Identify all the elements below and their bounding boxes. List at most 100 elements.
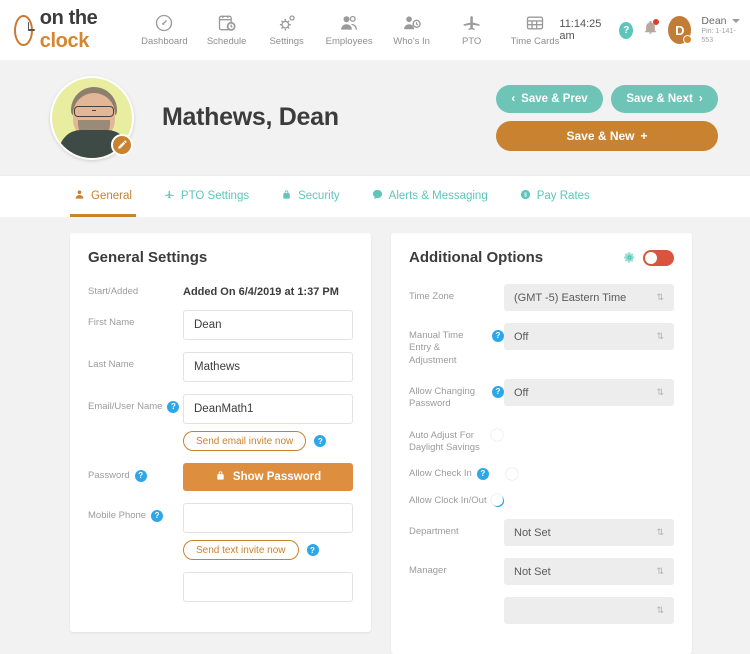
department-value: Not Set [514,526,551,539]
nav-item-schedule[interactable]: Schedule [206,13,248,47]
field-label-first-name: First Name [88,317,135,329]
tab-label-alerts-messaging: Alerts & Messaging [388,190,488,202]
nav-label-pto: PTO [461,36,482,47]
user-pin: Pin: 1-141-553 [701,27,736,44]
help-icon-allow-changing-password[interactable]: ? [492,386,504,399]
dollar-coin-icon: $ [520,189,531,203]
save-actions: ‹ Save & Prev Save & Next › Save & New + [496,84,718,151]
svg-text:$: $ [524,193,527,199]
brand-name-part2: clock [39,30,90,52]
manual-time-entry-select[interactable]: Off ⇅ [504,323,674,350]
nav-label-settings: Settings [269,36,304,47]
user-name-row: Dean [701,15,740,28]
nav-label-time-cards: Time Cards [510,36,560,47]
option-row-allow-changing-password: Allow Changing Password ? Off ⇅ [409,379,674,411]
help-icon-mobile-phone[interactable]: ? [151,510,164,523]
airplane-icon [462,13,482,33]
chevron-down-icon: ⇅ [656,292,664,302]
nav-item-employees[interactable]: Employees [326,13,373,47]
people-icon [339,13,359,33]
option-row-allow-check-in: Allow Check In ? [409,466,674,481]
pencil-icon[interactable] [111,133,133,156]
last-name-input[interactable] [183,352,353,383]
avatar[interactable]: D [668,16,693,44]
airplane-icon [164,189,175,203]
help-icon-allow-check-in[interactable]: ? [476,468,489,481]
person-icon [74,189,85,203]
bell-icon[interactable] [643,19,660,40]
help-icon[interactable]: ? [619,21,634,39]
mobile-phone-input[interactable] [183,503,353,534]
top-right-controls: 11:14:25 am ? D Dean Pin: 1-141-553 [559,15,740,46]
current-time: 11:14:25 am [559,18,602,42]
help-icon-password[interactable]: ? [134,470,147,483]
chevron-down-icon[interactable] [731,19,740,24]
save-and-prev-button[interactable]: ‹ Save & Prev [496,84,603,113]
person-clock-icon [402,13,422,33]
profile-photo-wrap [50,75,134,160]
tab-pto-settings[interactable]: PTO Settings [160,176,253,217]
tab-pay-rates[interactable]: $ Pay Rates [516,176,594,217]
tab-security[interactable]: Security [277,176,344,217]
next-field-input[interactable] [183,572,353,603]
nav-label-whos-in: Who's In [393,36,430,47]
save-and-next-button[interactable]: Save & Next › [611,84,718,113]
nav-item-whos-in[interactable]: Who's In [391,13,433,47]
option-row-manual-time-entry: Manual Time Entry & Adjustment ? Off ⇅ [409,323,674,367]
field-label-email-username: Email/User Name ? [88,394,183,414]
help-icon-text-invite[interactable]: ? [306,544,319,557]
field-start-added: Start/Added Added On 6/4/2019 at 1:37 PM [88,284,353,298]
help-icon-email[interactable]: ? [167,401,180,414]
tab-label-pto-settings: PTO Settings [180,190,250,202]
gears-icon [277,13,297,33]
tab-alerts-messaging[interactable]: Alerts & Messaging [368,176,492,217]
send-email-invite-button[interactable]: Send email invite now [183,431,307,452]
save-and-prev-label: Save & Prev [521,92,588,105]
nav-item-dashboard[interactable]: Dashboard [141,13,188,47]
brand-logo[interactable]: on the clock [14,7,101,53]
general-settings-card: General Settings Start/Added Added On 6/… [70,233,371,633]
option-row-time-zone: Time Zone (GMT -5) Eastern Time ⇅ [409,284,674,311]
first-name-input[interactable] [183,310,353,341]
field-password: Password ? Show Password [88,463,353,492]
show-password-label: Show Password [232,471,322,484]
help-icon-manual-time-entry[interactable]: ? [492,330,504,342]
send-text-invite-button[interactable]: Send text invite now [183,540,299,561]
user-menu[interactable]: Dean Pin: 1-141-553 [701,15,740,46]
nav-item-pto[interactable]: PTO [451,13,493,47]
time-zone-select[interactable]: (GMT -5) Eastern Time ⇅ [504,284,674,311]
email-username-input[interactable] [183,394,353,425]
option-row-department: Department Not Set ⇅ [409,519,674,547]
chevron-down-icon: ⇅ [656,566,664,577]
tab-general[interactable]: General [70,176,136,217]
save-and-new-label: Save & New [566,128,635,143]
gear-icon[interactable] [623,251,636,264]
additional-options-master-toggle[interactable] [643,249,674,266]
tab-label-pay-rates: Pay Rates [536,190,590,202]
notification-dot [653,19,660,25]
chevron-down-icon: ⇅ [656,527,664,538]
additional-options-title: Additional Options [409,249,544,266]
additional-options-card: Additional Options Time Zone (GMT -5) Ea… [391,233,692,654]
tab-strip: General PTO Settings Security Alerts & M… [0,175,750,217]
manager-select[interactable]: Not Set ⇅ [504,558,674,586]
field-mobile-phone: Mobile Phone ? Send text invite now ? [88,503,353,561]
allow-changing-password-select[interactable]: Off ⇅ [504,379,674,407]
save-and-new-button[interactable]: Save & New + [496,120,718,151]
next-option-select[interactable]: ⇅ [504,597,674,625]
show-password-button[interactable]: Show Password [183,463,353,492]
option-label-manual-time-entry: Manual Time Entry & Adjustment ? [409,323,504,367]
save-row: ‹ Save & Prev Save & Next › [496,84,718,113]
field-email-username: Email/User Name ? Send email invite now … [88,394,353,452]
nav-item-time-cards[interactable]: Time Cards [510,13,560,47]
department-select[interactable]: Not Set ⇅ [504,519,674,547]
chat-bubble-icon [372,189,383,203]
nav-item-settings[interactable]: Settings [266,13,308,47]
chevron-down-icon: ⇅ [656,605,664,616]
general-settings-header: General Settings [88,249,353,266]
field-value-start-added: Added On 6/4/2019 at 1:37 PM [183,284,353,298]
help-icon-email-invite[interactable]: ? [314,435,327,448]
avatar-status-dot [683,35,693,44]
tabs: General PTO Settings Security Alerts & M… [70,176,750,217]
clock-icon [14,14,35,46]
